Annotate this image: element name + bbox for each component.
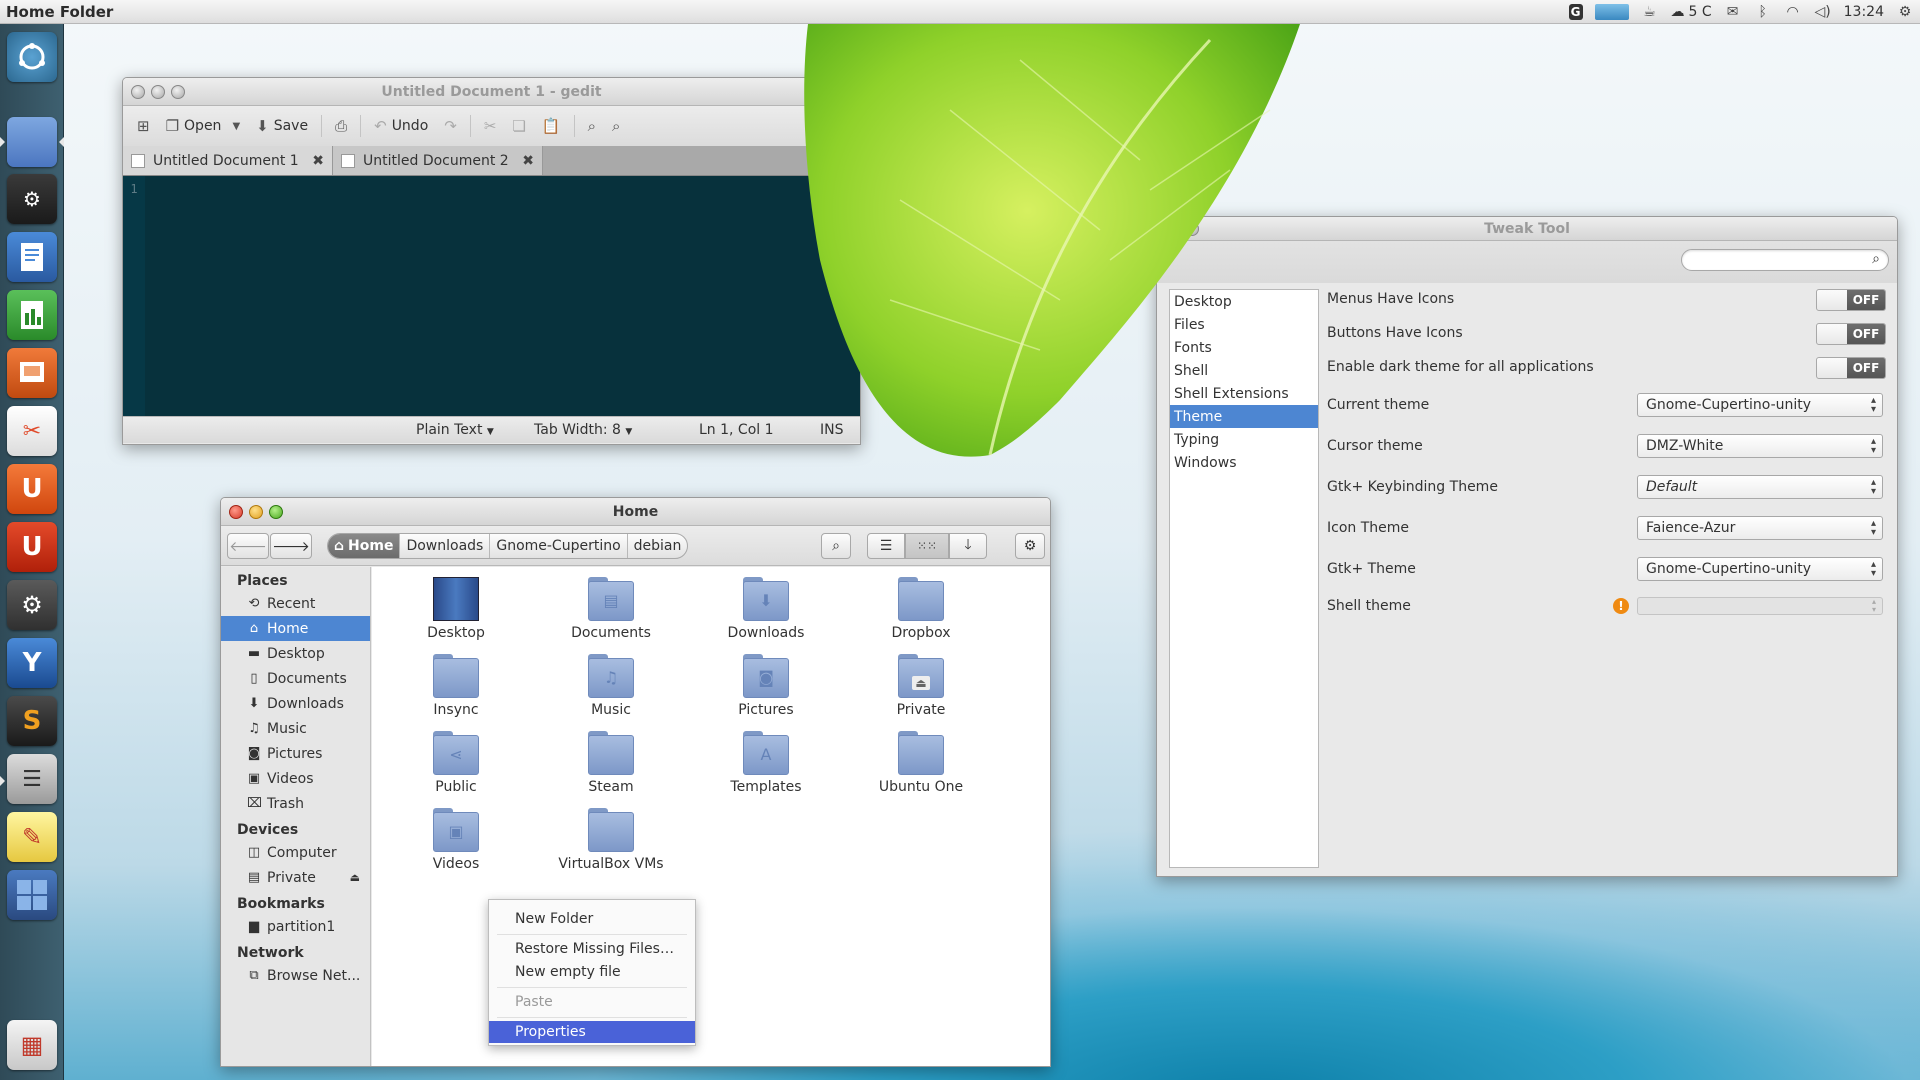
update-manager-icon[interactable]: U xyxy=(7,522,57,572)
writer-icon[interactable] xyxy=(7,232,57,282)
wifi-icon[interactable]: ◠ xyxy=(1784,4,1802,20)
unity-launcher: ⚙ ✂ U U ⚙ Y S ☰ ✎ ▦ xyxy=(0,24,64,1080)
gear-icon[interactable]: ⚙ xyxy=(1896,4,1914,20)
launcher-running-pip xyxy=(0,137,5,147)
context-menu: New Folder Restore Missing Files… New em… xyxy=(488,899,696,1046)
menu-item-properties[interactable]: Properties xyxy=(489,1021,695,1043)
launcher-running-pip xyxy=(0,776,5,786)
files-icon[interactable] xyxy=(7,117,57,167)
launcher-focus-arrow xyxy=(59,137,64,147)
menu-divider xyxy=(497,1017,687,1018)
clock[interactable]: 13:24 xyxy=(1844,4,1884,20)
weather-thumbnail-icon[interactable] xyxy=(1594,3,1629,20)
menu-item-restore-missing-files[interactable]: Restore Missing Files… xyxy=(489,938,695,960)
gnome-indicator-icon[interactable]: G xyxy=(1568,3,1583,20)
bluetooth-icon[interactable]: ᛒ xyxy=(1754,4,1772,20)
cloud-icon: ☁ xyxy=(1670,3,1685,20)
steam-icon[interactable]: ⚙ xyxy=(7,174,57,224)
temperature-label: 5 C xyxy=(1688,3,1712,20)
tools-icon[interactable]: ✂ xyxy=(7,406,57,456)
leaf-wallpaper-graphic xyxy=(804,9,1300,457)
system-settings-icon[interactable]: ⚙ xyxy=(7,580,57,630)
sublime-text-icon[interactable]: S xyxy=(7,696,57,746)
menu-item-paste[interactable]: Paste xyxy=(489,991,695,1013)
menu-item-new-empty-file[interactable]: New empty file xyxy=(489,961,695,983)
impress-icon[interactable] xyxy=(7,348,57,398)
trash-icon[interactable]: ▦ xyxy=(7,1020,57,1070)
ubuntu-software-center-icon[interactable]: U xyxy=(7,464,57,514)
menu-divider xyxy=(497,934,687,935)
menu-divider xyxy=(497,987,687,988)
text-editor-icon[interactable]: ✎ xyxy=(7,812,57,862)
active-app-title: Home Folder xyxy=(6,2,114,21)
calc-icon[interactable] xyxy=(7,290,57,340)
workspace-switcher-icon[interactable] xyxy=(7,870,57,920)
volume-icon[interactable]: ◁) xyxy=(1814,4,1832,20)
mixer-icon[interactable]: ☰ xyxy=(7,754,57,804)
weather-indicator[interactable]: ☁ 5 C xyxy=(1671,4,1712,20)
mail-icon[interactable]: ✉ xyxy=(1724,4,1742,20)
coffee-cup-icon[interactable]: ☕ xyxy=(1641,4,1659,20)
y-ppa-manager-icon[interactable]: Y xyxy=(7,638,57,688)
dash-home-icon[interactable] xyxy=(7,32,57,82)
menu-item-new-folder[interactable]: New Folder xyxy=(489,908,695,930)
system-tray: G ☕ ☁ 5 C ✉ ᛒ ◠ ◁) 13:24 ⚙ xyxy=(1568,3,1915,20)
top-panel: Home Folder G ☕ ☁ 5 C ✉ ᛒ ◠ ◁) 13:24 ⚙ xyxy=(0,0,1920,24)
